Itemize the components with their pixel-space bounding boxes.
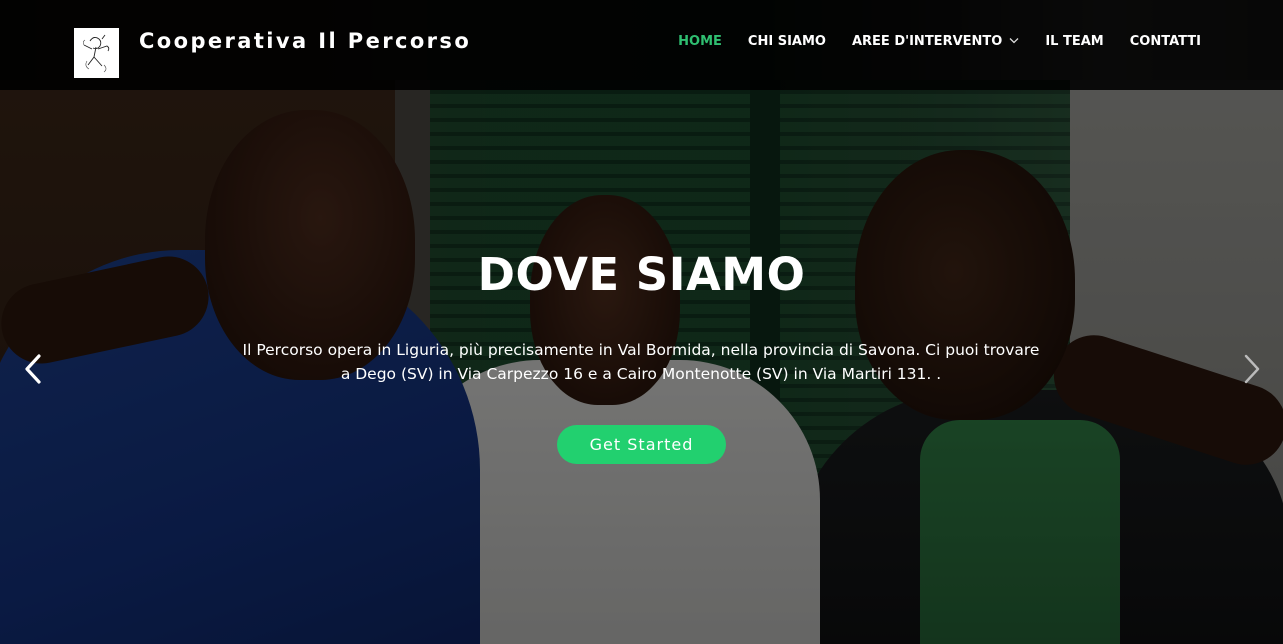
nav-item-il-team[interactable]: IL TEAM [1045, 34, 1103, 49]
nav-item-aree-intervento-label: AREE D'INTERVENTO [851, 34, 1003, 49]
carousel-prev-button[interactable] [16, 352, 50, 386]
carousel-next-button[interactable] [1235, 352, 1269, 386]
site-logo[interactable] [74, 28, 119, 78]
chevron-right-icon [1244, 354, 1260, 384]
chevron-down-icon [1009, 36, 1019, 47]
sketch-figure-logo-icon [82, 34, 109, 73]
nav-item-home[interactable]: HOME [678, 34, 722, 49]
hero-description: Il Percorso opera in Liguria, più precis… [242, 341, 1040, 383]
hero-overlay [0, 0, 1283, 644]
site-header: Cooperativa Il Percorso HOME CHI SIAMO A… [0, 0, 1283, 90]
site-title[interactable]: Cooperativa Il Percorso [139, 29, 471, 53]
get-started-button[interactable]: Get Started [557, 425, 726, 464]
nav-item-aree-intervento[interactable]: AREE D'INTERVENTO [852, 34, 1019, 49]
chevron-left-icon [25, 354, 41, 384]
hero-title: DOVE SIAMO [477, 248, 806, 301]
main-nav: HOME CHI SIAMO AREE D'INTERVENTO IL TEAM… [652, 34, 1201, 49]
nav-item-contatti[interactable]: CONTATTI [1130, 34, 1201, 49]
nav-item-chi-siamo[interactable]: CHI SIAMO [748, 34, 826, 49]
